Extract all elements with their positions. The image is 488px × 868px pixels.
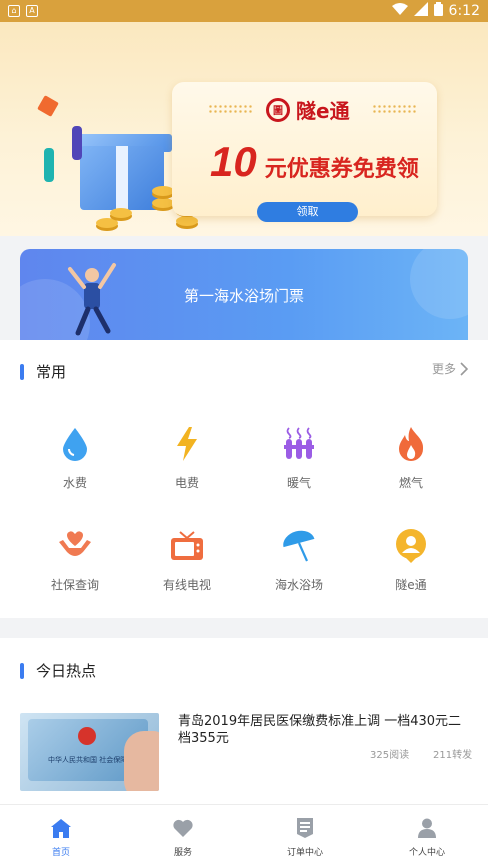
service-heating[interactable]: 暖气 bbox=[243, 424, 355, 491]
service-label: 有线电视 bbox=[162, 578, 211, 592]
chevron-right-icon bbox=[460, 361, 468, 376]
a-notification-icon: A bbox=[26, 5, 38, 17]
hands-heart-icon bbox=[55, 526, 95, 566]
service-social-security[interactable]: 社保查询 bbox=[19, 526, 131, 593]
coin-illustration bbox=[152, 198, 174, 208]
decor-shape bbox=[410, 249, 468, 319]
tab-services[interactable]: 服务 bbox=[122, 817, 244, 858]
person-illustration bbox=[72, 126, 82, 160]
service-label: 隧e通 bbox=[395, 578, 427, 592]
news-share-count: 211转发 bbox=[433, 750, 473, 761]
service-label: 水费 bbox=[62, 476, 87, 490]
gift-box-illustration bbox=[80, 146, 164, 210]
home-icon bbox=[50, 817, 72, 839]
more-label: 更多 bbox=[431, 362, 456, 376]
service-label: 电费 bbox=[174, 476, 199, 490]
hot-news-section: 今日热点 中华人民共和国 社会保障卡 青岛2019年居民医保缴费标准上调 一档4… bbox=[0, 638, 488, 804]
service-label: 燃气 bbox=[398, 476, 423, 490]
section-title: 常用 bbox=[36, 363, 67, 381]
radiator-icon bbox=[279, 424, 319, 464]
coin-illustration bbox=[152, 186, 174, 196]
promo-headline: 10 元优惠券免费领 bbox=[210, 138, 419, 186]
common-section: 常用 更多 水费 电费 暖气 燃气 社保查询 有线电视 海水浴场 隧e通 bbox=[0, 340, 488, 618]
tab-label: 服务 bbox=[173, 848, 192, 858]
service-label: 暖气 bbox=[286, 476, 311, 490]
news-read-count: 325阅读 bbox=[370, 750, 410, 761]
service-beach[interactable]: 海水浴场 bbox=[243, 526, 355, 593]
person-illustration bbox=[44, 148, 54, 182]
tab-orders[interactable]: 订单中心 bbox=[244, 817, 366, 858]
brand-mark: 圖 隧e通 bbox=[266, 95, 350, 124]
avatar-badge-icon bbox=[391, 526, 431, 566]
section-title: 今日热点 bbox=[36, 662, 97, 680]
tab-label: 个人中心 bbox=[408, 848, 445, 858]
battery-icon bbox=[433, 2, 443, 20]
dot-pattern bbox=[208, 104, 254, 114]
service-label: 海水浴场 bbox=[274, 578, 323, 592]
heart-icon bbox=[172, 817, 194, 839]
card-caption: 中华人民共和国 社会保障卡 bbox=[48, 756, 135, 764]
brand-logo-icon: 圖 bbox=[266, 97, 290, 122]
service-cable-tv[interactable]: 有线电视 bbox=[131, 526, 243, 593]
promo-banner[interactable]: 圖 隧e通 10 元优惠券免费领 领取 bbox=[0, 22, 488, 236]
service-label: 社保查询 bbox=[50, 578, 99, 592]
red-envelope-illustration bbox=[37, 95, 59, 117]
promo-amount: 10 bbox=[210, 138, 257, 185]
service-water[interactable]: 水费 bbox=[19, 424, 131, 491]
coin-illustration bbox=[176, 216, 198, 226]
tab-label: 订单中心 bbox=[286, 848, 323, 858]
tv-icon bbox=[167, 526, 207, 566]
news-title[interactable]: 青岛2019年居民医保缴费标准上调 一档430元二档355元 bbox=[178, 713, 470, 747]
ticket-title: 第一海水浴场门票 bbox=[183, 287, 304, 305]
promo-text: 元优惠券免费领 bbox=[264, 157, 419, 182]
coin-illustration bbox=[96, 218, 118, 228]
service-electricity[interactable]: 电费 bbox=[131, 424, 243, 491]
brand-name: 隧e通 bbox=[296, 99, 350, 123]
more-link[interactable]: 更多 bbox=[432, 360, 468, 377]
claim-button[interactable]: 领取 bbox=[257, 202, 358, 222]
lightning-icon bbox=[167, 424, 207, 464]
tab-profile[interactable]: 个人中心 bbox=[366, 817, 488, 858]
umbrella-icon bbox=[279, 526, 319, 566]
clock-time: 6:12 bbox=[448, 3, 480, 19]
document-icon bbox=[294, 817, 316, 839]
section-accent-bar bbox=[20, 363, 24, 380]
news-thumbnail[interactable]: 中华人民共和国 社会保障卡 bbox=[20, 713, 159, 791]
home-notification-icon: ⌂ bbox=[8, 5, 20, 17]
service-suiyitong[interactable]: 隧e通 bbox=[355, 526, 467, 593]
signal-icon bbox=[413, 2, 428, 20]
flame-icon bbox=[391, 424, 431, 464]
national-emblem-icon bbox=[78, 727, 96, 745]
dot-pattern bbox=[372, 104, 418, 114]
section-header: 常用 bbox=[20, 361, 66, 382]
person-icon bbox=[416, 817, 438, 839]
status-bar: ⌂ A 6:12 bbox=[0, 0, 488, 22]
section-accent-bar bbox=[20, 662, 24, 679]
beach-ticket-card[interactable]: 第一海水浴场门票 bbox=[20, 249, 468, 341]
water-drop-icon bbox=[55, 424, 95, 464]
hand-illustration bbox=[124, 731, 159, 791]
tab-label: 首页 bbox=[51, 848, 70, 858]
coin-illustration bbox=[110, 208, 132, 218]
tab-home[interactable]: 首页 bbox=[0, 817, 122, 858]
service-gas[interactable]: 燃气 bbox=[355, 424, 467, 491]
bottom-tab-bar: 首页 服务 订单中心 个人中心 bbox=[0, 804, 488, 868]
wifi-icon bbox=[391, 2, 408, 20]
section-header: 今日热点 bbox=[20, 660, 96, 681]
